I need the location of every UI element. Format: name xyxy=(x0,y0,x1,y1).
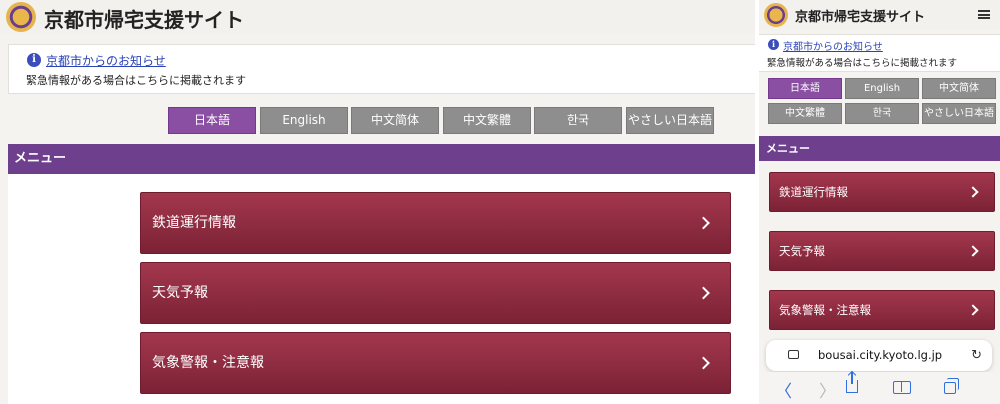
lang-button-korean[interactable]: 한국 xyxy=(845,103,919,124)
notice-link[interactable]: 京都市からのお知らせ xyxy=(783,38,883,53)
menu-item-warnings[interactable]: 気象警報・注意報 xyxy=(140,332,731,394)
site-header: 京都市帰宅支援サイト xyxy=(759,0,1000,30)
lang-button-chinese-simplified[interactable]: 中文简体 xyxy=(351,107,439,134)
lang-button-chinese-simplified[interactable]: 中文简体 xyxy=(922,78,996,99)
lang-button-chinese-traditional[interactable]: 中文繁體 xyxy=(768,103,842,124)
chevron-right-icon xyxy=(697,216,710,230)
share-icon[interactable] xyxy=(846,372,858,393)
menu-item-train-info[interactable]: 鉄道運行情報 xyxy=(140,192,731,254)
menu-item-warnings[interactable]: 気象警報・注意報 xyxy=(769,290,995,330)
mobile-view: 京都市帰宅支援サイト i 京都市からのお知らせ 緊急情報がある場合はこちらに掲載… xyxy=(759,0,1000,404)
back-icon[interactable]: 〈 xyxy=(775,377,792,402)
browser-address-bar[interactable]: bousai.city.kyoto.lg.jp ↻ xyxy=(766,340,992,371)
notice-box: i 京都市からのお知らせ 緊急情報がある場合はこちらに掲載されます xyxy=(759,34,1000,72)
chevron-right-icon xyxy=(697,356,710,370)
notice-text: 緊急情報がある場合はこちらに掲載されます xyxy=(767,58,958,69)
menu-item-train-info[interactable]: 鉄道運行情報 xyxy=(769,172,995,212)
forward-icon[interactable]: 〉 xyxy=(819,377,836,402)
desktop-view: 京都市帰宅支援サイト i 京都市からのお知らせ 緊急情報がある場合はこちらに掲載… xyxy=(0,0,755,404)
bookmarks-icon[interactable] xyxy=(893,381,911,394)
menu-header: メニュー xyxy=(759,136,1000,161)
lang-button-japanese[interactable]: 日本語 xyxy=(168,107,256,134)
hamburger-menu-icon[interactable] xyxy=(978,10,990,19)
lang-button-chinese-traditional[interactable]: 中文繁體 xyxy=(443,107,531,134)
site-title[interactable]: 京都市帰宅支援サイト xyxy=(795,6,925,25)
menu-item-label: 気象警報・注意報 xyxy=(779,303,871,317)
reload-icon[interactable]: ↻ xyxy=(971,348,982,363)
lang-button-english[interactable]: English xyxy=(260,107,348,134)
notice-link[interactable]: 京都市からのお知らせ xyxy=(46,52,166,69)
lang-button-english[interactable]: English xyxy=(845,78,919,99)
info-icon: i xyxy=(27,53,41,67)
lang-button-korean[interactable]: 한국 xyxy=(534,107,622,134)
menu-item-label: 鉄道運行情報 xyxy=(152,215,236,231)
menu-item-weather[interactable]: 天気予報 xyxy=(140,262,731,324)
info-icon: i xyxy=(768,39,779,50)
menu-item-label: 鉄道運行情報 xyxy=(779,185,848,199)
notice-box: i 京都市からのお知らせ 緊急情報がある場合はこちらに掲載されます xyxy=(8,44,755,94)
browser-toolbar: 〈 〉 xyxy=(759,372,1000,404)
tabs-icon[interactable] xyxy=(944,378,959,394)
kyoto-city-emblem-icon[interactable] xyxy=(764,3,788,27)
page-settings-icon[interactable] xyxy=(788,350,799,359)
chevron-right-icon xyxy=(967,245,979,257)
lang-button-japanese[interactable]: 日本語 xyxy=(768,78,842,99)
notice-text: 緊急情報がある場合はこちらに掲載されます xyxy=(26,74,246,87)
chevron-right-icon xyxy=(697,286,710,300)
site-title[interactable]: 京都市帰宅支援サイト xyxy=(44,4,244,33)
url-text[interactable]: bousai.city.kyoto.lg.jp xyxy=(818,348,942,362)
menu-item-label: 天気予報 xyxy=(152,285,208,301)
chevron-right-icon xyxy=(967,186,979,198)
lang-button-easy-japanese[interactable]: やさしい日本語 xyxy=(626,107,714,134)
lang-button-easy-japanese[interactable]: やさしい日本語 xyxy=(922,103,996,124)
menu-item-label: 天気予報 xyxy=(779,244,825,258)
kyoto-city-emblem-icon[interactable] xyxy=(6,2,36,32)
menu-item-label: 気象警報・注意報 xyxy=(152,355,264,371)
site-header: 京都市帰宅支援サイト xyxy=(0,0,755,34)
chevron-right-icon xyxy=(967,304,979,316)
menu-item-weather[interactable]: 天気予報 xyxy=(769,231,995,271)
menu-header: メニュー xyxy=(8,144,755,174)
